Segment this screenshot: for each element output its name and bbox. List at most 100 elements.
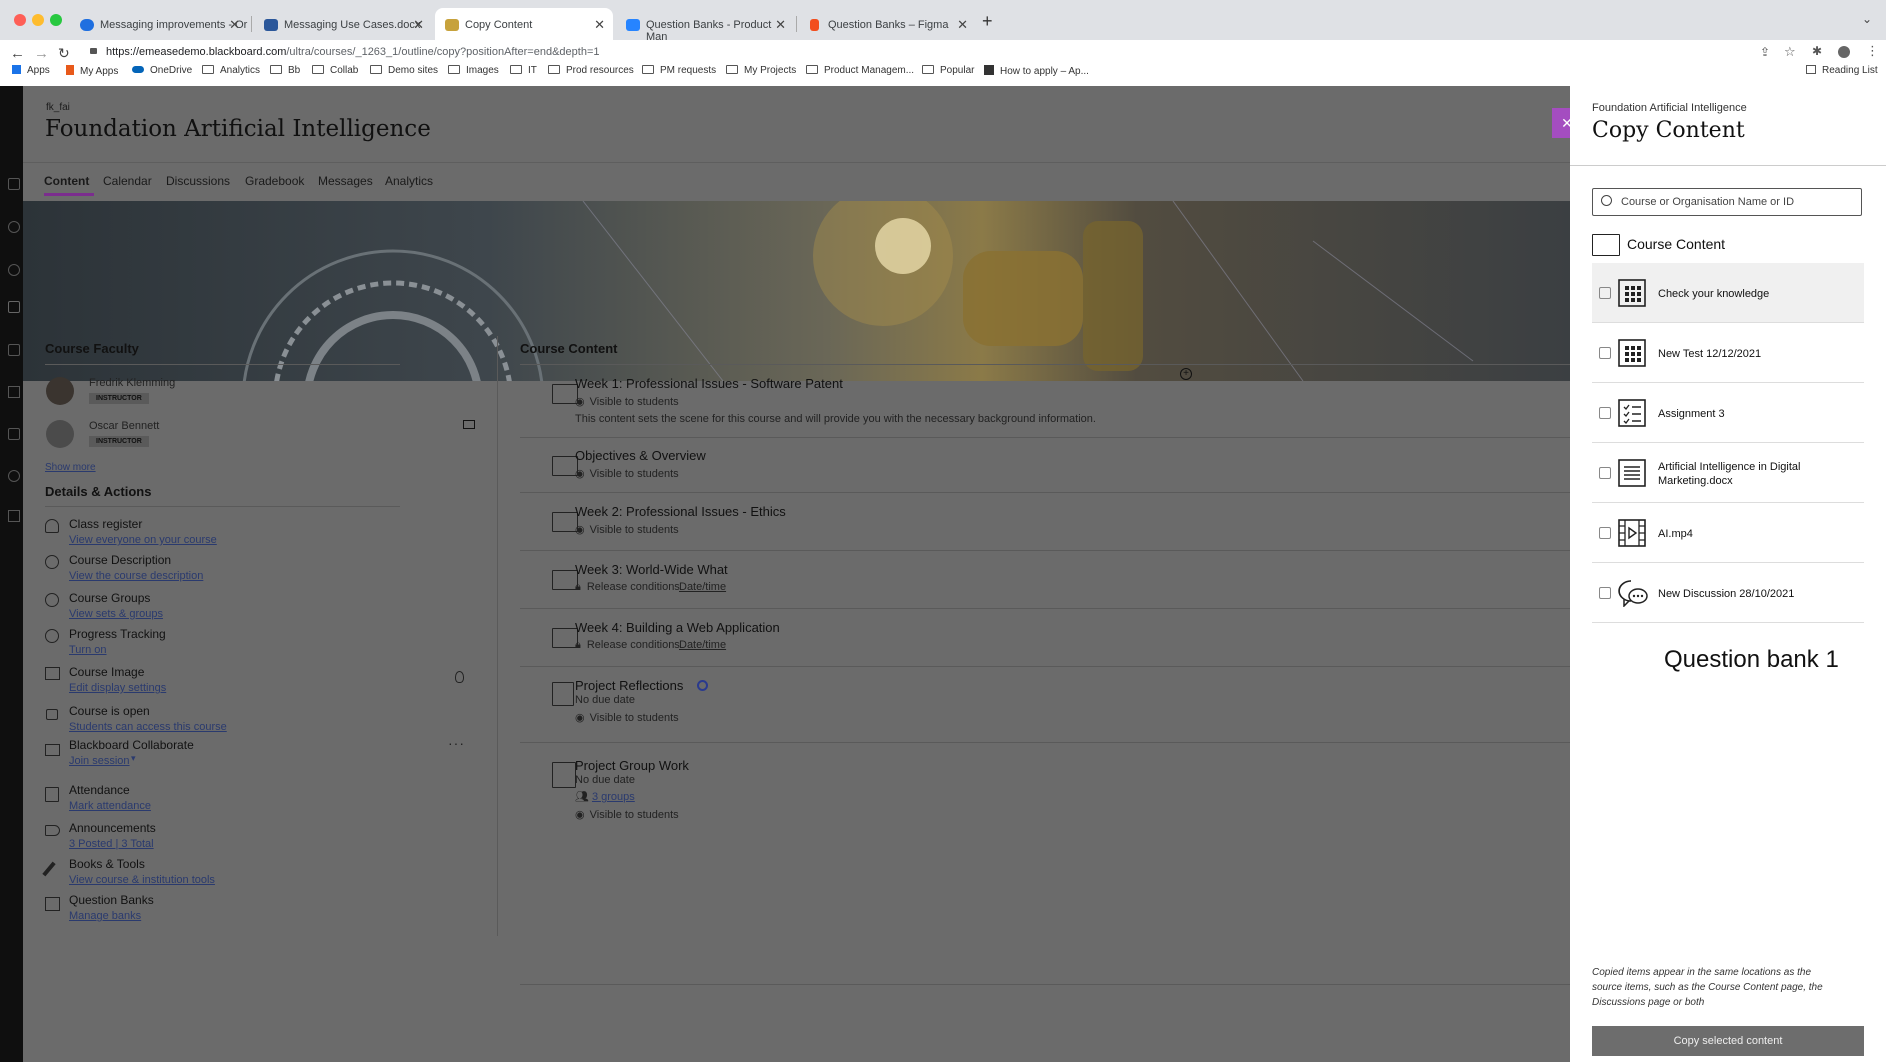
- copy-item-label[interactable]: New Discussion 28/10/2021: [1658, 587, 1833, 601]
- bookmark-demo-sites[interactable]: Demo sites: [370, 65, 438, 76]
- release-conditions[interactable]: 🔒︎ Release conditions: [575, 581, 680, 594]
- groups-link[interactable]: 👥︎ 3 groups: [575, 790, 635, 803]
- browser-tab[interactable]: Messaging Use Cases.docx ✕: [254, 8, 432, 40]
- visibility-status[interactable]: ◉ Visible to students: [575, 395, 679, 408]
- copy-item-row[interactable]: Artificial Intelligence in Digital Marke…: [1592, 443, 1864, 503]
- forward-icon[interactable]: →: [34, 45, 49, 62]
- avatar[interactable]: [46, 377, 74, 405]
- url-field[interactable]: https://emeasedemo.blackboard.com/ultra/…: [106, 46, 600, 58]
- copy-item-label[interactable]: Assignment 3: [1658, 407, 1833, 421]
- details-item[interactable]: Question Banks Manage banks: [69, 893, 154, 922]
- profile-avatar-icon[interactable]: [1838, 46, 1850, 58]
- details-item[interactable]: Class register View everyone on your cour…: [69, 517, 217, 546]
- details-item[interactable]: Course is open Students can access this c…: [69, 704, 227, 733]
- tab-discussions[interactable]: Discussions: [166, 174, 230, 188]
- bookmark-pm-requests[interactable]: PM requests: [642, 65, 716, 76]
- details-link[interactable]: Mark attendance: [69, 800, 151, 812]
- nav-rail-icon[interactable]: [8, 301, 20, 313]
- copy-item-row[interactable]: Check your knowledge: [1592, 263, 1864, 323]
- content-item[interactable]: Week 1: Professional Issues - Software P…: [533, 376, 1570, 440]
- details-item[interactable]: Progress Tracking Turn on: [69, 627, 166, 656]
- bookmark-bb[interactable]: Bb: [270, 65, 300, 76]
- content-item-title[interactable]: Project Group Work: [575, 758, 689, 773]
- nav-rail-icon[interactable]: [8, 386, 20, 398]
- reading-list[interactable]: Reading List: [1806, 65, 1878, 76]
- copy-selected-button[interactable]: Copy selected content: [1592, 1026, 1864, 1056]
- browser-tab[interactable]: Question Banks – Figma ✕: [798, 8, 976, 40]
- visibility-status[interactable]: ◉ Visible to students: [575, 523, 679, 536]
- visibility-status[interactable]: ◉ Visible to students: [575, 467, 679, 480]
- bookmark-prod-resources[interactable]: Prod resources: [548, 65, 634, 76]
- nav-rail-icon[interactable]: [8, 428, 20, 440]
- browser-tab-active[interactable]: Copy Content ✕: [435, 8, 613, 40]
- nav-rail-icon[interactable]: [8, 178, 20, 190]
- details-item[interactable]: Course Description View the course descri…: [69, 553, 203, 582]
- details-item[interactable]: Attendance Mark attendance: [69, 783, 151, 812]
- content-item-title[interactable]: Week 4: Building a Web Application: [575, 620, 780, 635]
- close-window-icon[interactable]: [14, 14, 26, 26]
- bookmark-collab[interactable]: Collab: [312, 65, 358, 76]
- bookmark-it[interactable]: IT: [510, 65, 537, 76]
- nav-rail-icon[interactable]: [8, 344, 20, 356]
- release-conditions[interactable]: 🔒︎ Release conditions: [575, 639, 680, 652]
- tab-search-chevron-icon[interactable]: ⌄: [1862, 12, 1872, 26]
- bookmark-product-management[interactable]: Product Managem...: [806, 65, 914, 76]
- visibility-status[interactable]: ◉ Visible to students: [575, 808, 679, 821]
- bookmark-star-icon[interactable]: ☆: [1784, 44, 1796, 60]
- details-link[interactable]: View sets & groups: [69, 608, 163, 620]
- menu-kebab-icon[interactable]: ⋮: [1866, 43, 1879, 59]
- details-item[interactable]: Announcements 3 Posted | 3 Total: [69, 821, 156, 850]
- item-checkbox[interactable]: [1599, 527, 1611, 539]
- bookmark-onedrive[interactable]: OneDrive: [132, 65, 192, 76]
- content-item-title[interactable]: Objectives & Overview: [575, 448, 706, 463]
- details-link[interactable]: View everyone on your course: [69, 534, 217, 546]
- tab-gradebook[interactable]: Gradebook: [245, 174, 304, 188]
- bookmark-analytics[interactable]: Analytics: [202, 65, 260, 76]
- item-checkbox[interactable]: [1599, 467, 1611, 479]
- copy-item-row[interactable]: New Test 12/12/2021: [1592, 323, 1864, 383]
- tab-close-icon[interactable]: ✕: [413, 17, 424, 33]
- tab-content[interactable]: Content: [44, 174, 89, 188]
- avatar[interactable]: [46, 420, 74, 448]
- share-icon[interactable]: ⇪: [1760, 45, 1770, 59]
- tab-close-icon[interactable]: ✕: [957, 17, 968, 33]
- tab-close-icon[interactable]: ✕: [775, 17, 786, 33]
- maximize-window-icon[interactable]: [50, 14, 62, 26]
- visibility-status[interactable]: ◉ Visible to students: [575, 711, 679, 724]
- bookmark-apps[interactable]: Apps: [12, 65, 50, 76]
- bookmark-my-projects[interactable]: My Projects: [726, 65, 796, 76]
- content-item-title[interactable]: Week 1: Professional Issues - Software P…: [575, 376, 843, 391]
- tab-messages[interactable]: Messages: [318, 174, 373, 188]
- nav-rail-icon[interactable]: [8, 510, 20, 522]
- join-session-chevron-icon[interactable]: ▾: [131, 753, 136, 764]
- copy-item-row[interactable]: Assignment 3: [1592, 383, 1864, 443]
- details-link[interactable]: Turn on: [69, 644, 166, 656]
- copy-item-label[interactable]: Artificial Intelligence in Digital Marke…: [1658, 460, 1833, 488]
- tab-analytics[interactable]: Analytics: [385, 174, 433, 188]
- nav-rail-icon[interactable]: [8, 221, 20, 233]
- bookmark-my-apps[interactable]: My Apps: [66, 65, 118, 77]
- new-tab-icon[interactable]: +: [982, 11, 993, 32]
- details-item[interactable]: Course Image Edit display settings: [69, 665, 166, 694]
- extensions-icon[interactable]: ✱: [1812, 44, 1822, 58]
- more-options-icon[interactable]: ···: [448, 735, 465, 751]
- minimize-window-icon[interactable]: [32, 14, 44, 26]
- back-icon[interactable]: ←: [10, 45, 25, 62]
- item-checkbox[interactable]: [1599, 347, 1611, 359]
- content-item-title[interactable]: Project Reflections: [575, 678, 683, 693]
- tab-close-icon[interactable]: ✕: [594, 17, 605, 33]
- bookmark-how-to-apply[interactable]: How to apply – Ap...: [984, 65, 1089, 77]
- lightbulb-icon[interactable]: [455, 671, 464, 683]
- copy-item-row[interactable]: AI.mp4: [1592, 503, 1864, 563]
- tab-close-icon[interactable]: ✕: [229, 17, 240, 33]
- copy-item-label[interactable]: Check your knowledge: [1658, 287, 1833, 301]
- item-checkbox[interactable]: [1599, 407, 1611, 419]
- course-content-folder-label[interactable]: Course Content: [1627, 236, 1725, 252]
- copy-item-label[interactable]: New Test 12/12/2021: [1658, 347, 1833, 361]
- details-link[interactable]: Edit display settings: [69, 682, 166, 694]
- goal-alignment-icon[interactable]: [697, 680, 708, 691]
- browser-tab[interactable]: Messaging improvements - Or ✕: [70, 8, 248, 40]
- nav-rail-icon[interactable]: [8, 264, 20, 276]
- bookmark-images[interactable]: Images: [448, 65, 499, 76]
- details-link[interactable]: Students can access this course: [69, 721, 227, 733]
